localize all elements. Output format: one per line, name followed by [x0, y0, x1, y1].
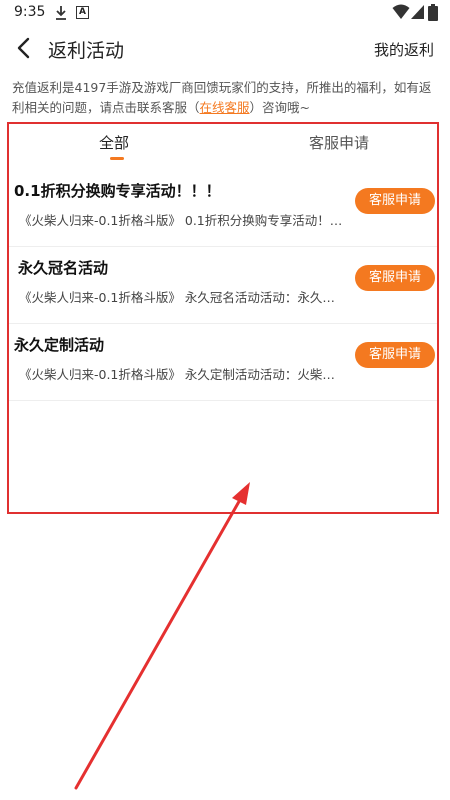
item-title: 永久冠名活动	[18, 259, 109, 277]
list-item[interactable]: 永久冠名活动 《火柴人归来-0.1折格斗版》 永久冠名活动活动：永久冠名活...…	[9, 247, 437, 324]
signal-icon	[411, 5, 424, 19]
wifi-icon	[392, 4, 410, 19]
status-time: 9:35	[14, 4, 46, 20]
item-title: 0.1折积分换购专享活动！！！	[14, 182, 221, 200]
status-bar: 9:35 A	[0, 0, 450, 26]
service-apply-button[interactable]: 客服申请	[355, 265, 435, 291]
page-title: 返利活动	[48, 40, 125, 62]
item-desc: 《火柴人归来-0.1折格斗版》 永久冠名活动活动：永久冠名活...	[19, 290, 345, 305]
tab-bar: 全部 客服申请	[9, 124, 437, 170]
item-desc: 《火柴人归来-0.1折格斗版》 永久定制活动活动：火柴王定制...	[19, 367, 345, 382]
item-desc: 《火柴人归来-0.1折格斗版》 0.1折积分换购专享活动！！！ ...	[19, 213, 345, 228]
service-apply-button[interactable]: 客服申请	[355, 188, 435, 214]
a-notification-icon: A	[76, 6, 89, 19]
notice-text-after: ）咨询哦~	[249, 100, 311, 115]
header-bar: 返利活动 我的返利	[0, 26, 450, 70]
item-title: 永久定制活动	[14, 336, 105, 354]
activity-list: 0.1折积分换购专享活动！！！ 《火柴人归来-0.1折格斗版》 0.1折积分换购…	[9, 170, 437, 401]
back-arrow-icon[interactable]	[14, 37, 34, 59]
rebate-notice: 充值返利是4197手游及游戏厂商回馈玩家们的支持，所推出的福利，如有返利相关的问…	[12, 78, 438, 118]
my-rebate-link[interactable]: 我的返利	[374, 39, 434, 60]
battery-icon	[428, 4, 438, 21]
download-icon	[56, 6, 66, 20]
tab-all[interactable]: 全部	[99, 132, 129, 153]
active-tab-indicator	[110, 157, 124, 160]
tab-service-apply[interactable]: 客服申请	[309, 132, 369, 153]
list-item[interactable]: 0.1折积分换购专享活动！！！ 《火柴人归来-0.1折格斗版》 0.1折积分换购…	[9, 170, 437, 247]
online-service-link[interactable]: 在线客服	[200, 100, 250, 115]
activity-panel: 全部 客服申请 0.1折积分换购专享活动！！！ 《火柴人归来-0.1折格斗版》 …	[7, 122, 439, 514]
list-item[interactable]: 永久定制活动 《火柴人归来-0.1折格斗版》 永久定制活动活动：火柴王定制...…	[9, 324, 437, 401]
service-apply-button[interactable]: 客服申请	[355, 342, 435, 368]
